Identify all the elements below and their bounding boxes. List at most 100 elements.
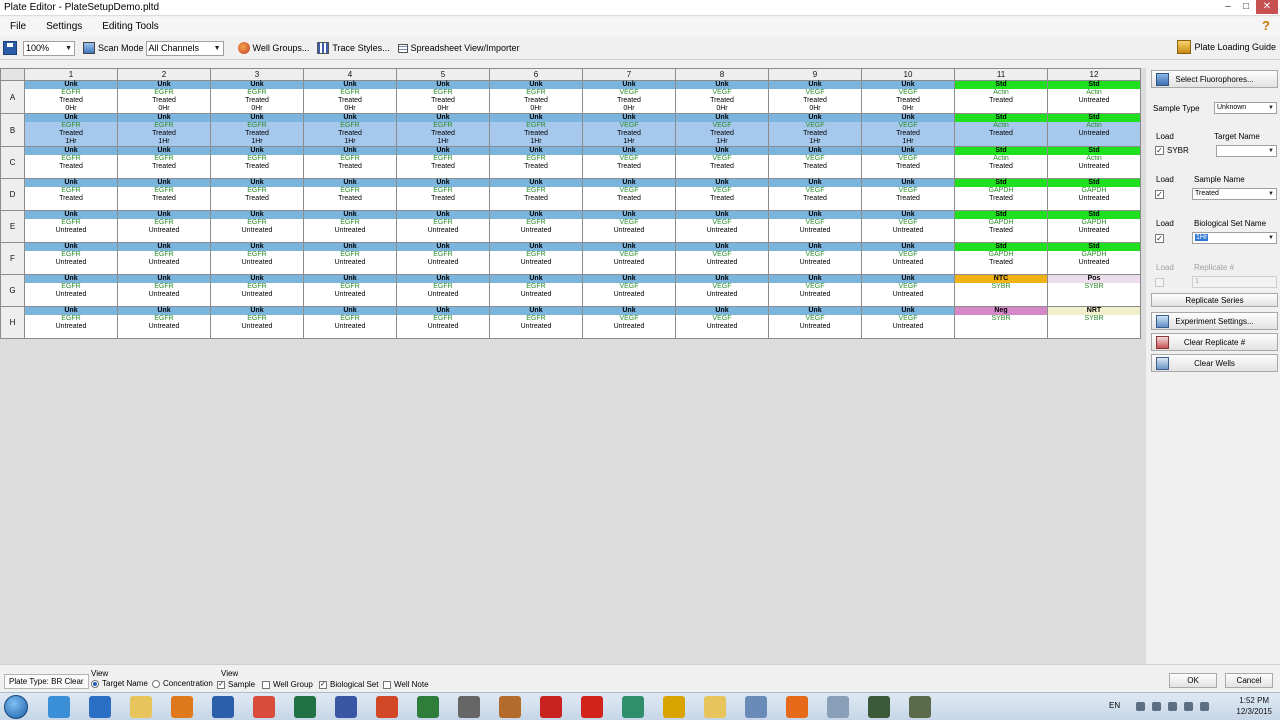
internet-explorer-icon[interactable] (89, 696, 111, 718)
plate-well[interactable]: Unk VEGF Untreated (861, 306, 955, 339)
plate-well[interactable]: Unk EGFR Treated (303, 178, 397, 211)
network-icon[interactable] (1152, 702, 1161, 711)
load-target-checkbox[interactable]: ✓ (1155, 146, 1164, 155)
scan-mode-select[interactable]: All Channels ▼ (145, 40, 224, 56)
column-header[interactable]: 5 (396, 68, 490, 81)
plate-well[interactable]: Unk EGFR Untreated (489, 306, 583, 339)
plate-well[interactable]: Unk EGFR Untreated (24, 210, 118, 243)
plate-well[interactable]: Unk EGFR Treated 0Hr (117, 80, 211, 114)
plate-well[interactable]: Unk EGFR Untreated (24, 306, 118, 339)
menu-file[interactable]: File (0, 21, 36, 32)
plate-well[interactable]: Unk EGFR Untreated (210, 210, 304, 243)
load-replicate-checkbox[interactable] (1155, 278, 1164, 287)
plate-well[interactable]: Unk EGFR Treated (117, 178, 211, 211)
plate-well[interactable]: Std GAPDH Treated (954, 210, 1048, 243)
volume-icon[interactable] (1184, 702, 1193, 711)
plate-well[interactable]: Unk VEGF Treated (768, 146, 862, 179)
grid-corner[interactable] (0, 68, 25, 81)
close-icon[interactable]: ✕ (1256, 0, 1278, 14)
plate-well[interactable]: Unk EGFR Treated 0Hr (489, 80, 583, 114)
plate-well[interactable]: Unk VEGF Untreated (861, 242, 955, 275)
plate-well[interactable]: Unk VEGF Treated 0Hr (861, 80, 955, 114)
plate-well[interactable]: Std GAPDH Untreated (1047, 242, 1141, 275)
plate-well[interactable]: Unk VEGF Treated 1Hr (582, 113, 676, 147)
column-header[interactable]: 6 (489, 68, 583, 81)
plate-well[interactable]: Unk EGFR Treated (210, 178, 304, 211)
plate-well[interactable]: Unk EGFR Untreated (303, 210, 397, 243)
plate-well[interactable]: Unk EGFR Treated (396, 178, 490, 211)
column-header[interactable]: 1 (24, 68, 118, 81)
plate-well[interactable]: Unk EGFR Treated (117, 146, 211, 179)
plate-well[interactable]: Unk VEGF Untreated (675, 274, 769, 307)
tool-app-icon[interactable] (909, 696, 931, 718)
plate-well[interactable]: Unk EGFR Untreated (303, 242, 397, 275)
plate-well[interactable]: Unk EGFR Untreated (117, 306, 211, 339)
sample-name-select[interactable]: Treated ▼ (1192, 188, 1277, 200)
plate-well[interactable]: Std Actin Treated (954, 80, 1048, 114)
plate-well[interactable]: Unk EGFR Treated 0Hr (210, 80, 304, 114)
device-app-icon[interactable] (868, 696, 890, 718)
row-header[interactable]: F (0, 242, 25, 275)
file-explorer-icon[interactable] (130, 696, 152, 718)
replicate-stepper[interactable]: 1 (1192, 276, 1277, 288)
plate-well[interactable]: Std GAPDH Treated (954, 178, 1048, 211)
plate-well[interactable]: Unk EGFR Treated 1Hr (117, 113, 211, 147)
plate-well[interactable]: Unk VEGF Treated (675, 146, 769, 179)
plate-well[interactable]: Unk VEGF Untreated (582, 210, 676, 243)
word-icon[interactable] (212, 696, 234, 718)
plate-well[interactable]: Std Actin Untreated (1047, 113, 1141, 147)
plate-well[interactable]: Unk EGFR Treated 1Hr (489, 113, 583, 147)
plate-well[interactable]: Unk EGFR Untreated (210, 274, 304, 307)
excel-icon[interactable] (294, 696, 316, 718)
plate-well[interactable]: Unk VEGF Untreated (768, 306, 862, 339)
plate-well[interactable]: Unk EGFR Untreated (396, 306, 490, 339)
plate-well[interactable]: Unk VEGF Untreated (768, 210, 862, 243)
plate-well[interactable]: Std GAPDH Untreated (1047, 178, 1141, 211)
plate-well[interactable]: Unk VEGF Untreated (675, 210, 769, 243)
scan-mode-button[interactable]: Scan Mode (83, 42, 144, 54)
plate-well[interactable]: NRT SYBR (1047, 306, 1141, 339)
plate-well[interactable]: Unk VEGF Untreated (861, 210, 955, 243)
plate-well[interactable]: Unk EGFR Treated 0Hr (396, 80, 490, 114)
firefox-icon[interactable] (786, 696, 808, 718)
help-icon[interactable]: ? (1262, 18, 1274, 33)
plate-well[interactable]: Unk VEGF Treated (861, 178, 955, 211)
column-header[interactable]: 10 (861, 68, 955, 81)
cancel-button[interactable]: Cancel (1225, 673, 1273, 688)
row-header[interactable]: G (0, 274, 25, 307)
plate-well[interactable]: Std GAPDH Treated (954, 242, 1048, 275)
plate-well[interactable]: Std GAPDH Untreated (1047, 210, 1141, 243)
replicate-series-button[interactable]: Replicate Series (1151, 293, 1278, 307)
plate-well[interactable]: NTC SYBR (954, 274, 1048, 307)
plate-well[interactable]: Unk VEGF Untreated (582, 274, 676, 307)
plate-well[interactable]: Unk EGFR Untreated (303, 274, 397, 307)
start-icon[interactable] (4, 695, 28, 719)
plate-well[interactable]: Unk VEGF Treated 1Hr (768, 113, 862, 147)
row-header[interactable]: E (0, 210, 25, 243)
row-header[interactable]: C (0, 146, 25, 179)
network-browser-icon[interactable] (48, 696, 70, 718)
plate-well[interactable]: Pos SYBR (1047, 274, 1141, 307)
column-header[interactable]: 2 (117, 68, 211, 81)
row-header[interactable]: D (0, 178, 25, 211)
sample-type-select[interactable]: Unknown ▼ (1214, 102, 1277, 114)
plate-well[interactable]: Unk VEGF Treated 1Hr (861, 113, 955, 147)
row-header[interactable]: B (0, 113, 25, 147)
sync-app-icon[interactable] (622, 696, 644, 718)
column-header[interactable]: 7 (582, 68, 676, 81)
plate-well[interactable]: Unk EGFR Untreated (24, 242, 118, 275)
clock[interactable]: 1:52 PM 12/3/2015 (1236, 695, 1272, 717)
plate-well[interactable]: Neg SYBR (954, 306, 1048, 339)
plate-loading-guide-button[interactable]: Plate Loading Guide (1177, 40, 1276, 54)
plate-well[interactable]: Unk EGFR Treated 0Hr (24, 80, 118, 114)
plate-well[interactable]: Std Actin Treated (954, 146, 1048, 179)
plate-well[interactable]: Unk EGFR Treated (24, 178, 118, 211)
load-sample-checkbox[interactable]: ✓ (1155, 190, 1164, 199)
folder-app-icon[interactable] (704, 696, 726, 718)
select-fluorophores-button[interactable]: Select Fluorophores... (1151, 70, 1278, 88)
tray-arrow-icon[interactable] (1136, 702, 1145, 711)
well-groups-button[interactable]: Well Groups... (237, 42, 309, 54)
plate-well[interactable]: Std Actin Treated (954, 113, 1048, 147)
plate-well[interactable]: Unk EGFR Treated (210, 146, 304, 179)
menu-settings[interactable]: Settings (36, 21, 92, 32)
